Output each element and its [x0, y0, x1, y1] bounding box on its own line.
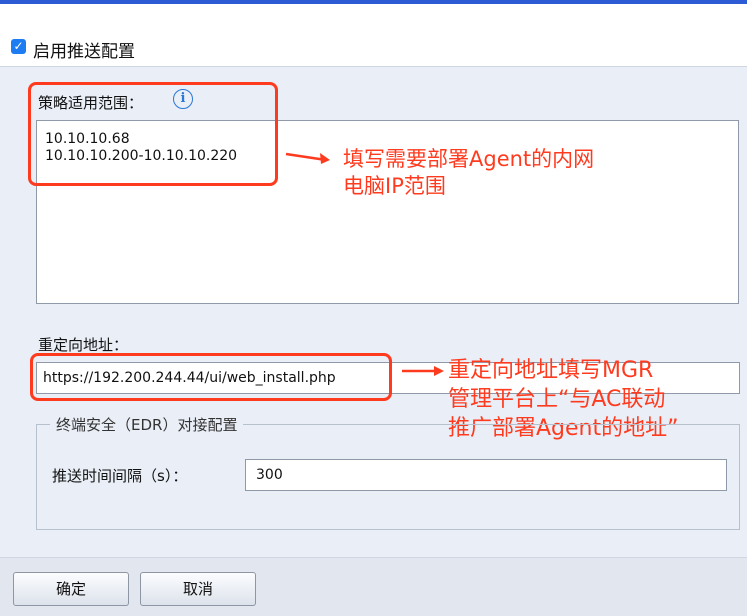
- annotation-arrow-2: [402, 366, 444, 376]
- annotation-line: 填写需要部署Agent的内网: [343, 147, 595, 171]
- annotation-line: 重定向地址填写MGR: [448, 358, 654, 383]
- header-bar: ✓ 启用推送配置: [0, 4, 747, 67]
- push-interval-label: 推送时间间隔（s）：: [52, 467, 188, 485]
- annotation-line: 管理平台上“与AC联动: [448, 387, 666, 412]
- redirect-label: 重定向地址：: [38, 336, 129, 354]
- push-interval-input[interactable]: 300: [245, 459, 727, 491]
- annotation-arrow-1: [285, 152, 330, 164]
- edr-legend: 终端安全（EDR）对接配置: [50, 414, 244, 435]
- confirm-button[interactable]: 确定: [13, 572, 129, 606]
- cancel-button[interactable]: 取消: [140, 572, 256, 606]
- highlight-box-redirect: [30, 353, 392, 401]
- enable-push-checkbox[interactable]: ✓: [11, 39, 26, 54]
- highlight-box-policy: [28, 82, 278, 186]
- annotation-ip-range: 填写需要部署Agent的内网 电脑IP范围: [343, 146, 594, 200]
- enable-push-label: 启用推送配置: [33, 42, 135, 62]
- annotation-line: 电脑IP范围: [343, 174, 446, 198]
